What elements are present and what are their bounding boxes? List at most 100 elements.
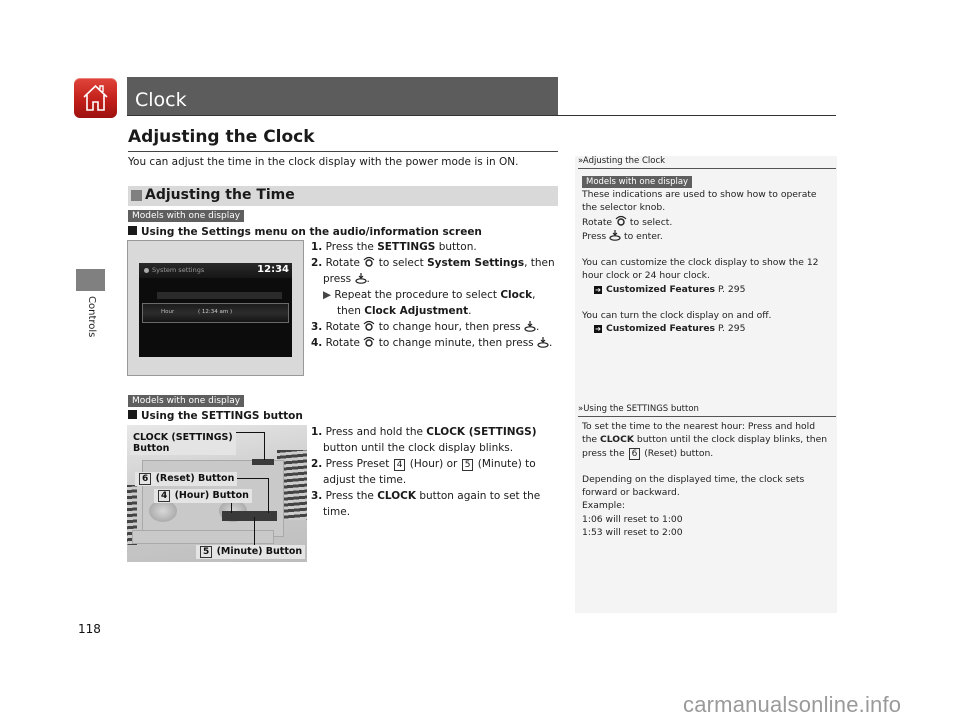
step-item: 4. Rotate to change minute, then press . bbox=[311, 335, 561, 351]
note-heading: »Adjusting the Clock bbox=[578, 156, 836, 166]
clock-settings-callout: CLOCK (SETTINGS) Button bbox=[130, 431, 236, 455]
page-number: 118 bbox=[78, 622, 101, 636]
note-settings-button: »Using the SETTINGS button To set the ti… bbox=[578, 404, 836, 539]
screen-row-label: Hour bbox=[161, 309, 175, 315]
clock-settings-button bbox=[252, 459, 274, 465]
step-item: 1. Press the SETTINGS button. bbox=[311, 239, 561, 255]
reset-button-callout: 6 (Reset) Button bbox=[135, 472, 238, 486]
note-line: press the 6 (Reset) button. bbox=[582, 447, 836, 460]
step-text: (Hour) or bbox=[406, 458, 461, 470]
note-text: Press bbox=[582, 230, 610, 242]
callout-line bbox=[254, 517, 255, 545]
step-text: to change minute, then press bbox=[375, 337, 537, 349]
step-number: 2. bbox=[311, 458, 323, 470]
screen-row-value: ( 12:34 am ) bbox=[198, 309, 233, 315]
subsection-title: Adjusting the Time bbox=[145, 187, 295, 203]
model-badge: Models with one display bbox=[128, 395, 245, 407]
home-button[interactable] bbox=[74, 78, 117, 118]
step-subitem: ▶ Repeat the procedure to select Clock, … bbox=[311, 287, 561, 319]
step-text: time. bbox=[323, 506, 351, 518]
note-divider bbox=[578, 168, 836, 169]
note-text: press the bbox=[582, 447, 628, 459]
screen-header: System settings 12:34 bbox=[139, 263, 292, 278]
step-bold: Clock bbox=[500, 289, 533, 301]
preset-number-box: 4 bbox=[158, 490, 171, 502]
method2-steps: 1. Press and hold the CLOCK (SETTINGS) b… bbox=[311, 424, 561, 520]
preset-number-box: 4 bbox=[393, 459, 406, 471]
method1-steps: 1. Press the SETTINGS button. 2. Rotate … bbox=[311, 239, 561, 351]
preset-number-box: 5 bbox=[200, 546, 213, 558]
step-text: Press the bbox=[325, 490, 378, 502]
callout-line bbox=[264, 432, 265, 460]
step-text: Rotate bbox=[325, 321, 364, 333]
step-text: button again to set the bbox=[415, 490, 541, 502]
note-line: Depending on the displayed time, the clo… bbox=[582, 473, 805, 485]
step-bold: SETTINGS bbox=[377, 241, 436, 253]
step-text: button until the clock display blinks. bbox=[323, 442, 514, 454]
step-text: Rotate bbox=[325, 257, 364, 269]
step-text: to select bbox=[375, 257, 428, 269]
section-intro: You can adjust the time in the clock dis… bbox=[128, 156, 519, 168]
cross-reference-link[interactable]: ➜ Customized Features P. 295 bbox=[582, 283, 836, 296]
note-adjusting-clock: »Adjusting the Clock Models with one dis… bbox=[578, 156, 836, 336]
method2-title-text: Using the SETTINGS button bbox=[141, 410, 303, 422]
step-text: Rotate bbox=[325, 337, 364, 349]
note-text: the bbox=[582, 434, 600, 446]
note-line: To set the time to the nearest hour: Pre… bbox=[582, 421, 816, 432]
callout-text: (Minute) Button bbox=[216, 546, 303, 557]
cross-reference-link[interactable]: ➜ Customized Features P. 295 bbox=[582, 322, 836, 335]
method2-title: Using the SETTINGS button bbox=[128, 410, 303, 422]
step-bold: CLOCK bbox=[377, 490, 416, 502]
step-text: Press and hold the bbox=[325, 426, 427, 438]
reference-page: P. 295 bbox=[715, 283, 746, 295]
step-number: 1. bbox=[311, 241, 323, 253]
step-number: 3. bbox=[311, 490, 323, 502]
callout-text: (Reset) Button bbox=[155, 473, 235, 484]
step-text: Press Preset bbox=[325, 458, 393, 470]
home-icon bbox=[83, 84, 108, 111]
step-text: press bbox=[323, 273, 355, 285]
reference-title: Customized Features bbox=[606, 283, 716, 295]
reference-title: Customized Features bbox=[606, 323, 716, 335]
note-line: These indications are used to show how t… bbox=[582, 189, 817, 200]
screen-selected-row: Hour ( 12:34 am ) bbox=[142, 303, 289, 323]
note-heading-text: Using the SETTINGS button bbox=[583, 404, 699, 414]
note-body: To set the time to the nearest hour: Pre… bbox=[578, 420, 836, 539]
subsection-square-icon bbox=[131, 190, 142, 201]
triangle-bullet-icon: ▶ bbox=[323, 289, 332, 301]
step-text: , then bbox=[524, 257, 555, 269]
screen-menu-row bbox=[157, 292, 282, 299]
step-text: adjust the time. bbox=[323, 474, 407, 486]
note-line: You can customize the clock display to s… bbox=[582, 257, 819, 269]
rotate-knob-icon bbox=[363, 256, 375, 267]
press-knob-icon bbox=[524, 321, 536, 332]
side-tab-label: Controls bbox=[86, 296, 97, 338]
section-divider bbox=[128, 151, 558, 152]
note-text: Rotate bbox=[582, 216, 615, 228]
step-bold: System Settings bbox=[427, 257, 525, 269]
note-divider bbox=[578, 416, 836, 417]
settings-screen-image: System settings 12:34 Hour ( 12:34 am ) bbox=[139, 263, 292, 357]
step-number: 2. bbox=[311, 257, 323, 269]
note-bold: CLOCK bbox=[600, 434, 634, 446]
note-body: These indications are used to show how t… bbox=[578, 188, 836, 336]
title-divider bbox=[127, 115, 836, 116]
note-line: 1:06 will reset to 1:00 bbox=[582, 513, 683, 525]
note-line: Example: bbox=[582, 500, 625, 512]
square-bullet-icon bbox=[128, 410, 137, 419]
step-number: 4. bbox=[311, 337, 323, 349]
note-line: the selector knob. bbox=[582, 202, 666, 214]
press-knob-icon bbox=[537, 337, 549, 348]
press-knob-icon bbox=[609, 229, 621, 241]
chapter-title-bar bbox=[127, 77, 558, 115]
note-line: You can turn the clock display on and of… bbox=[582, 310, 772, 322]
step-bold: CLOCK (SETTINGS) bbox=[426, 426, 537, 438]
watermark: carmanualsonline.info bbox=[683, 692, 902, 717]
callout-text: CLOCK (SETTINGS) bbox=[133, 432, 233, 443]
screen-title: System settings bbox=[152, 266, 205, 274]
side-tab-marker[interactable] bbox=[76, 269, 105, 291]
step-number: 1. bbox=[311, 426, 323, 438]
step-item: 2. Press Preset 4 (Hour) or 5 (Minute) t… bbox=[311, 456, 561, 488]
step-bold: Clock Adjustment bbox=[364, 305, 469, 317]
volume-knob bbox=[149, 500, 177, 522]
